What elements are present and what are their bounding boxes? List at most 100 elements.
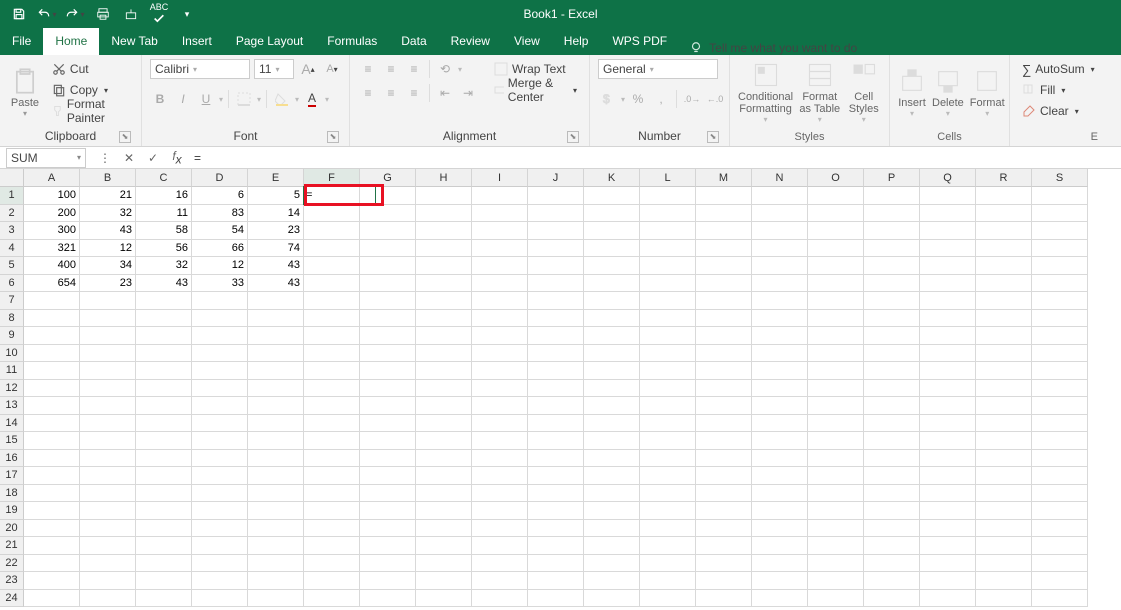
cell-D2[interactable]: 83 [192,205,248,223]
cell-I17[interactable] [472,467,528,485]
cell-I8[interactable] [472,310,528,328]
cell-Q12[interactable] [920,380,976,398]
cell-K9[interactable] [584,327,640,345]
cell-K13[interactable] [584,397,640,415]
cell-N6[interactable] [752,275,808,293]
cell-K6[interactable] [584,275,640,293]
cell-S15[interactable] [1032,432,1088,450]
align-left-icon[interactable]: ≡ [358,83,378,103]
increase-decimal-icon[interactable]: .0→ [682,89,702,109]
cell-H18[interactable] [416,485,472,503]
cell-S12[interactable] [1032,380,1088,398]
orientation-icon[interactable]: ⟲ [435,59,455,79]
cell-C24[interactable] [136,590,192,608]
cell-K7[interactable] [584,292,640,310]
row-header-5[interactable]: 5 [0,257,24,275]
cell-S18[interactable] [1032,485,1088,503]
cell-D17[interactable] [192,467,248,485]
cell-F1[interactable]: = [304,187,360,205]
cell-K8[interactable] [584,310,640,328]
cell-H17[interactable] [416,467,472,485]
touch-icon[interactable] [120,3,142,25]
row-header-19[interactable]: 19 [0,502,24,520]
cell-O16[interactable] [808,450,864,468]
redo-icon[interactable]: ▾ [64,3,86,25]
cell-J21[interactable] [528,537,584,555]
cell-E19[interactable] [248,502,304,520]
cell-E16[interactable] [248,450,304,468]
cell-S14[interactable] [1032,415,1088,433]
cell-Q23[interactable] [920,572,976,590]
cell-C11[interactable] [136,362,192,380]
cell-C3[interactable]: 58 [136,222,192,240]
cell-I14[interactable] [472,415,528,433]
cell-R17[interactable] [976,467,1032,485]
cell-A9[interactable] [24,327,80,345]
cell-Q21[interactable] [920,537,976,555]
cell-B7[interactable] [80,292,136,310]
cell-O3[interactable] [808,222,864,240]
tab-view[interactable]: View [502,28,552,55]
cell-F10[interactable] [304,345,360,363]
cell-R3[interactable] [976,222,1032,240]
cell-P20[interactable] [864,520,920,538]
cell-G23[interactable] [360,572,416,590]
cell-M21[interactable] [696,537,752,555]
col-header-A[interactable]: A [24,169,80,187]
cell-E20[interactable] [248,520,304,538]
cell-O8[interactable] [808,310,864,328]
cell-E1[interactable]: 5 [248,187,304,205]
cell-B11[interactable] [80,362,136,380]
cell-F8[interactable] [304,310,360,328]
cell-B19[interactable] [80,502,136,520]
col-header-K[interactable]: K [584,169,640,187]
cell-P11[interactable] [864,362,920,380]
align-bottom-icon[interactable]: ≡ [404,59,424,79]
cell-M16[interactable] [696,450,752,468]
row-header-1[interactable]: 1 [0,187,24,205]
cell-Q13[interactable] [920,397,976,415]
cell-N20[interactable] [752,520,808,538]
cell-G4[interactable] [360,240,416,258]
cell-Q16[interactable] [920,450,976,468]
select-all-corner[interactable] [0,169,24,187]
col-header-E[interactable]: E [248,169,304,187]
tab-review[interactable]: Review [439,28,502,55]
cell-G11[interactable] [360,362,416,380]
cell-G14[interactable] [360,415,416,433]
cell-G9[interactable] [360,327,416,345]
cell-C12[interactable] [136,380,192,398]
cell-I1[interactable] [472,187,528,205]
cell-C23[interactable] [136,572,192,590]
cell-I13[interactable] [472,397,528,415]
cell-A20[interactable] [24,520,80,538]
quick-print-icon[interactable] [92,3,114,25]
cell-F14[interactable] [304,415,360,433]
cell-P16[interactable] [864,450,920,468]
col-header-L[interactable]: L [640,169,696,187]
cell-R11[interactable] [976,362,1032,380]
cell-L10[interactable] [640,345,696,363]
cell-R23[interactable] [976,572,1032,590]
cell-L12[interactable] [640,380,696,398]
cell-K5[interactable] [584,257,640,275]
cell-K19[interactable] [584,502,640,520]
cell-S13[interactable] [1032,397,1088,415]
cell-M11[interactable] [696,362,752,380]
cell-A17[interactable] [24,467,80,485]
cell-H22[interactable] [416,555,472,573]
cell-Q5[interactable] [920,257,976,275]
cell-F18[interactable] [304,485,360,503]
cell-Q4[interactable] [920,240,976,258]
cell-A1[interactable]: 100 [24,187,80,205]
cell-H10[interactable] [416,345,472,363]
cell-I7[interactable] [472,292,528,310]
cell-B24[interactable] [80,590,136,608]
tab-insert[interactable]: Insert [170,28,224,55]
insert-cells-button[interactable]: Insert▾ [898,59,926,125]
cell-L15[interactable] [640,432,696,450]
cell-R9[interactable] [976,327,1032,345]
cell-N15[interactable] [752,432,808,450]
cell-P14[interactable] [864,415,920,433]
cell-H7[interactable] [416,292,472,310]
